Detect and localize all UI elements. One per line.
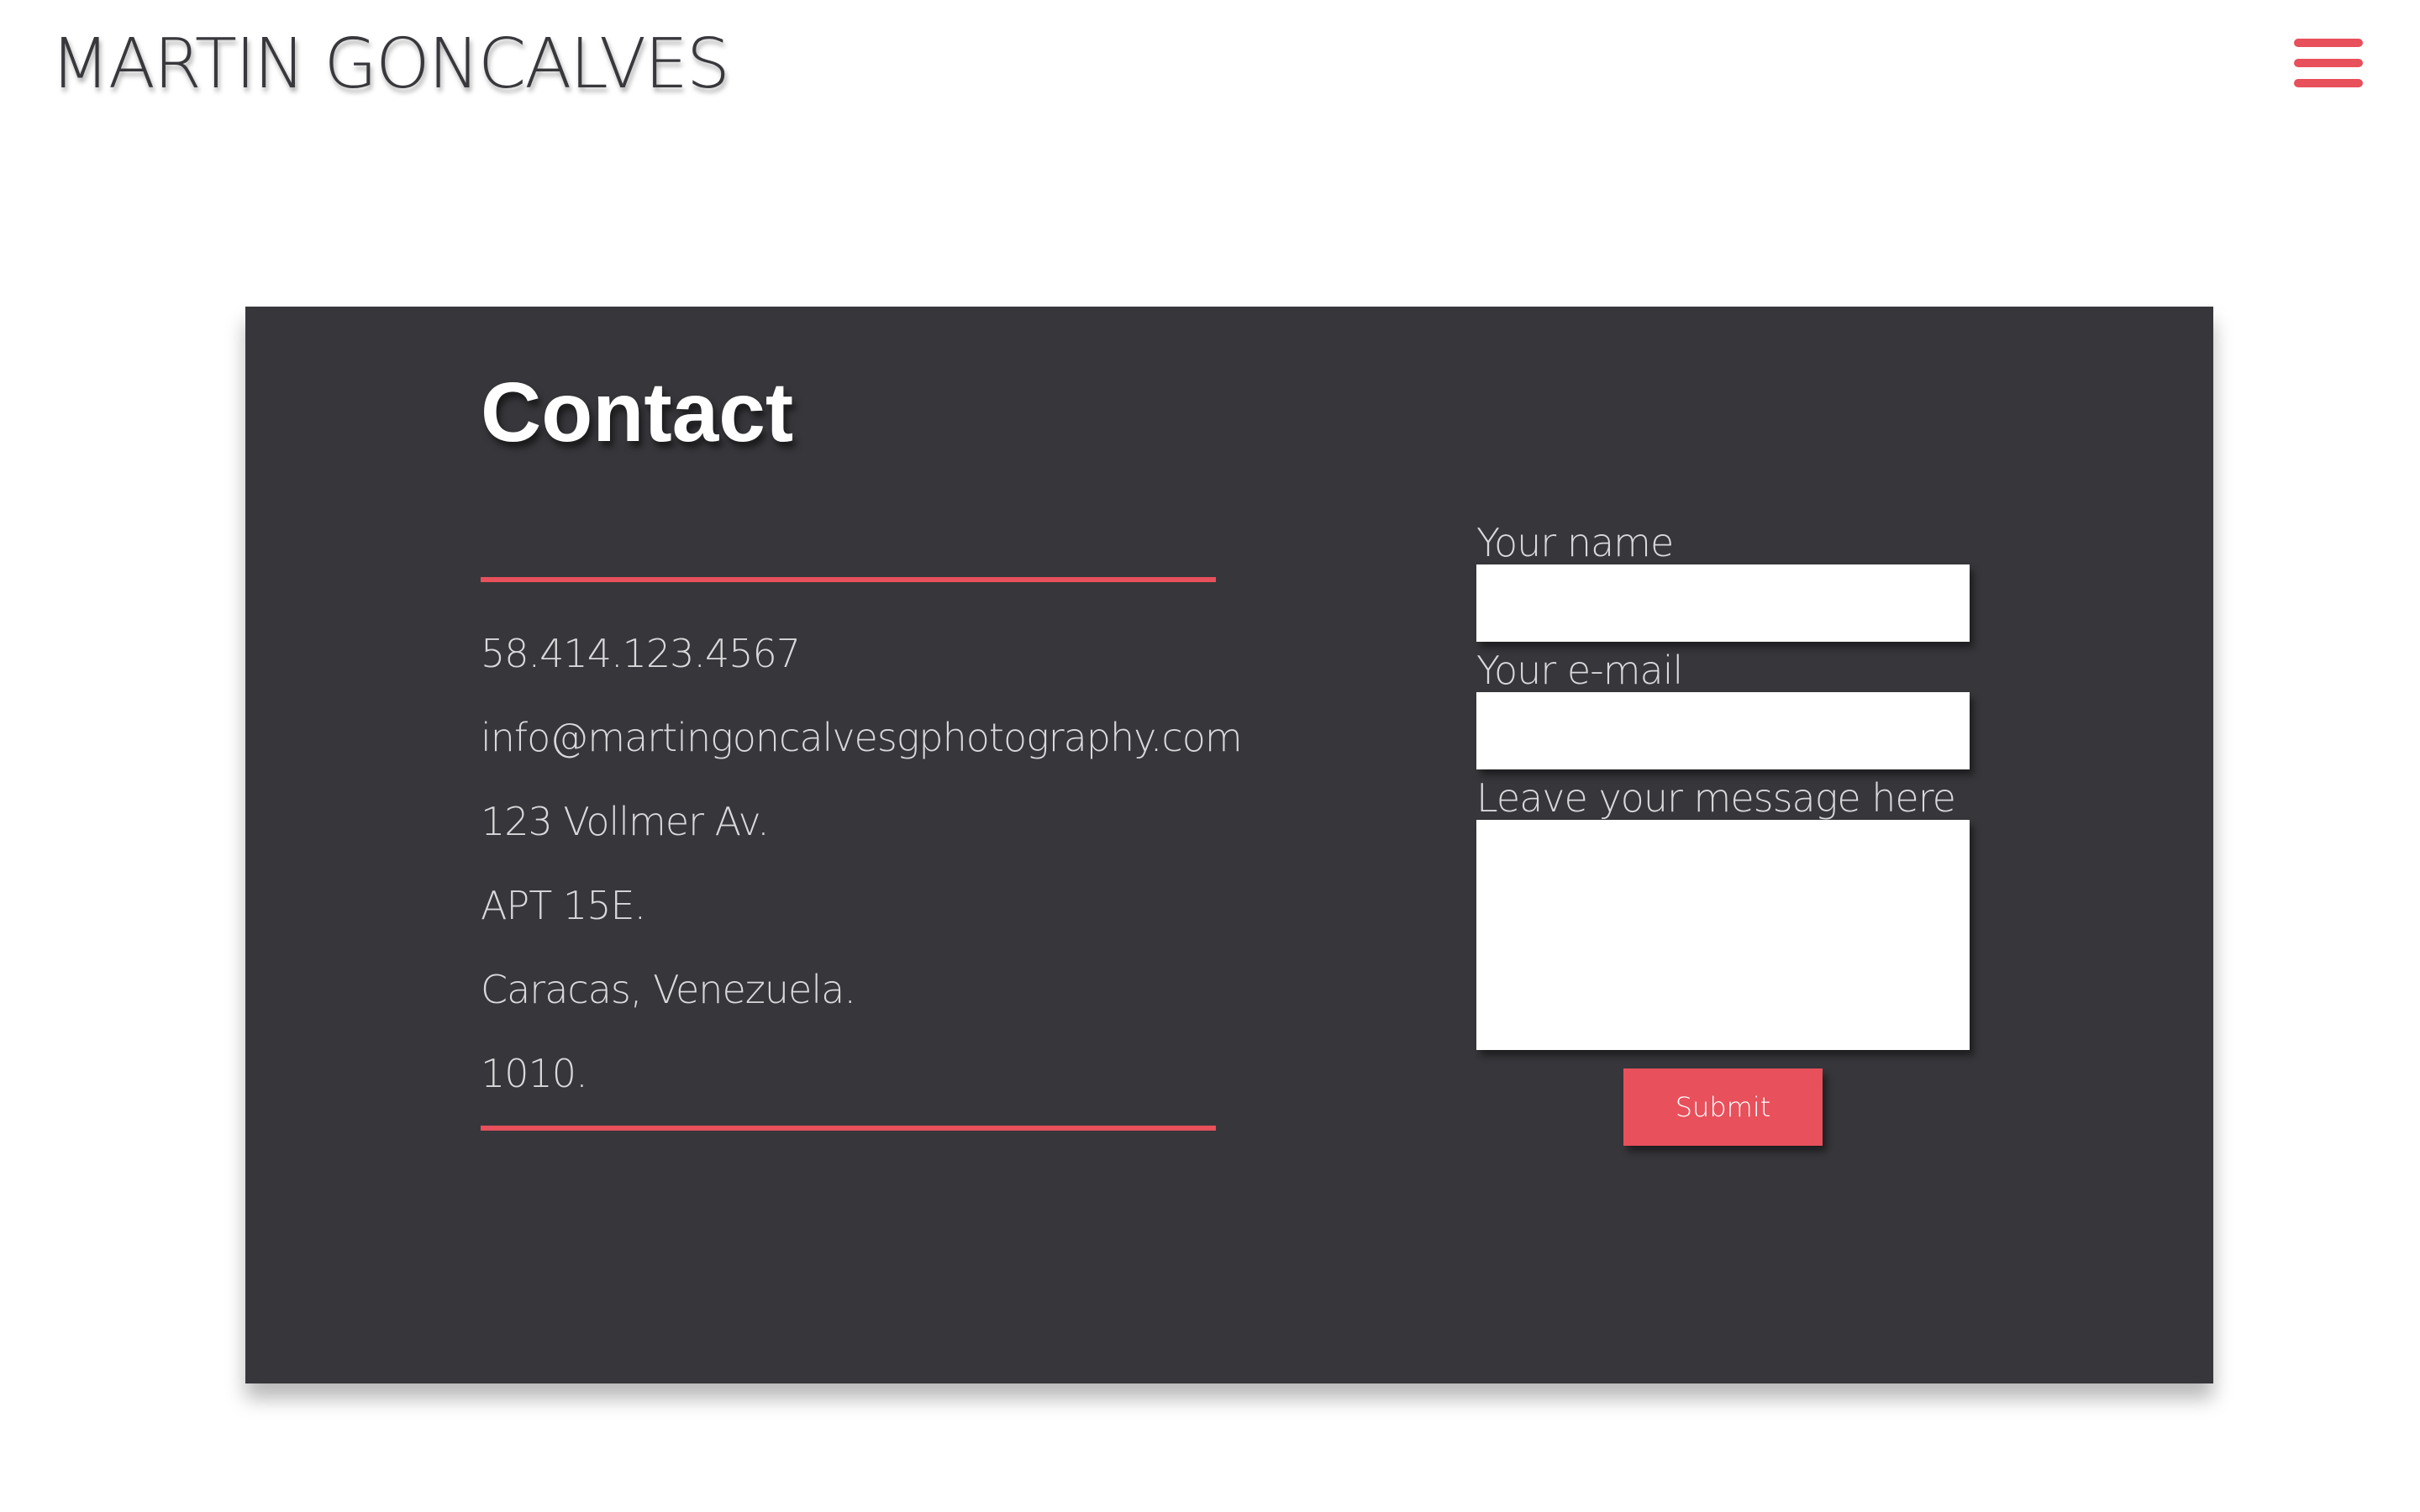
contact-card: Contact 58.414.123.4567 info@martingonca… [245,307,2213,1383]
name-label: Your name [1476,520,1674,565]
contact-city: Caracas, Venezuela. [481,967,856,1012]
contact-phone: 58.414.123.4567 [481,631,801,676]
divider-bottom [481,1126,1216,1131]
divider-top [481,577,1216,582]
email-label: Your e-mail [1476,648,1683,693]
contact-info-list: 58.414.123.4567 info@martingoncalvesgpho… [481,612,1243,1116]
contact-title: Contact [481,365,794,459]
menu-bar-bottom [2294,79,2363,87]
message-textarea[interactable] [1476,820,1970,1050]
contact-form: Your name Your e-mail Leave your message… [1476,521,1972,1146]
page: MARTIN GONCALVES Contact 58.414.123.4567… [0,0,2420,1512]
hamburger-menu-button[interactable] [2294,39,2363,89]
menu-bar-top [2294,39,2363,47]
site-title[interactable]: MARTIN GONCALVES [50,18,730,111]
name-input[interactable] [1476,564,1970,642]
contact-address-line2: APT 15E. [481,883,646,928]
menu-bar-middle [2294,59,2363,67]
message-label: Leave your message here [1476,775,1956,821]
submit-button[interactable]: Submit [1623,1068,1823,1146]
contact-email: info@martingoncalvesgphotography.com [481,715,1243,760]
contact-address-line1: 123 Vollmer Av. [481,799,770,844]
email-input[interactable] [1476,692,1970,769]
contact-postal-code: 1010. [481,1051,588,1096]
